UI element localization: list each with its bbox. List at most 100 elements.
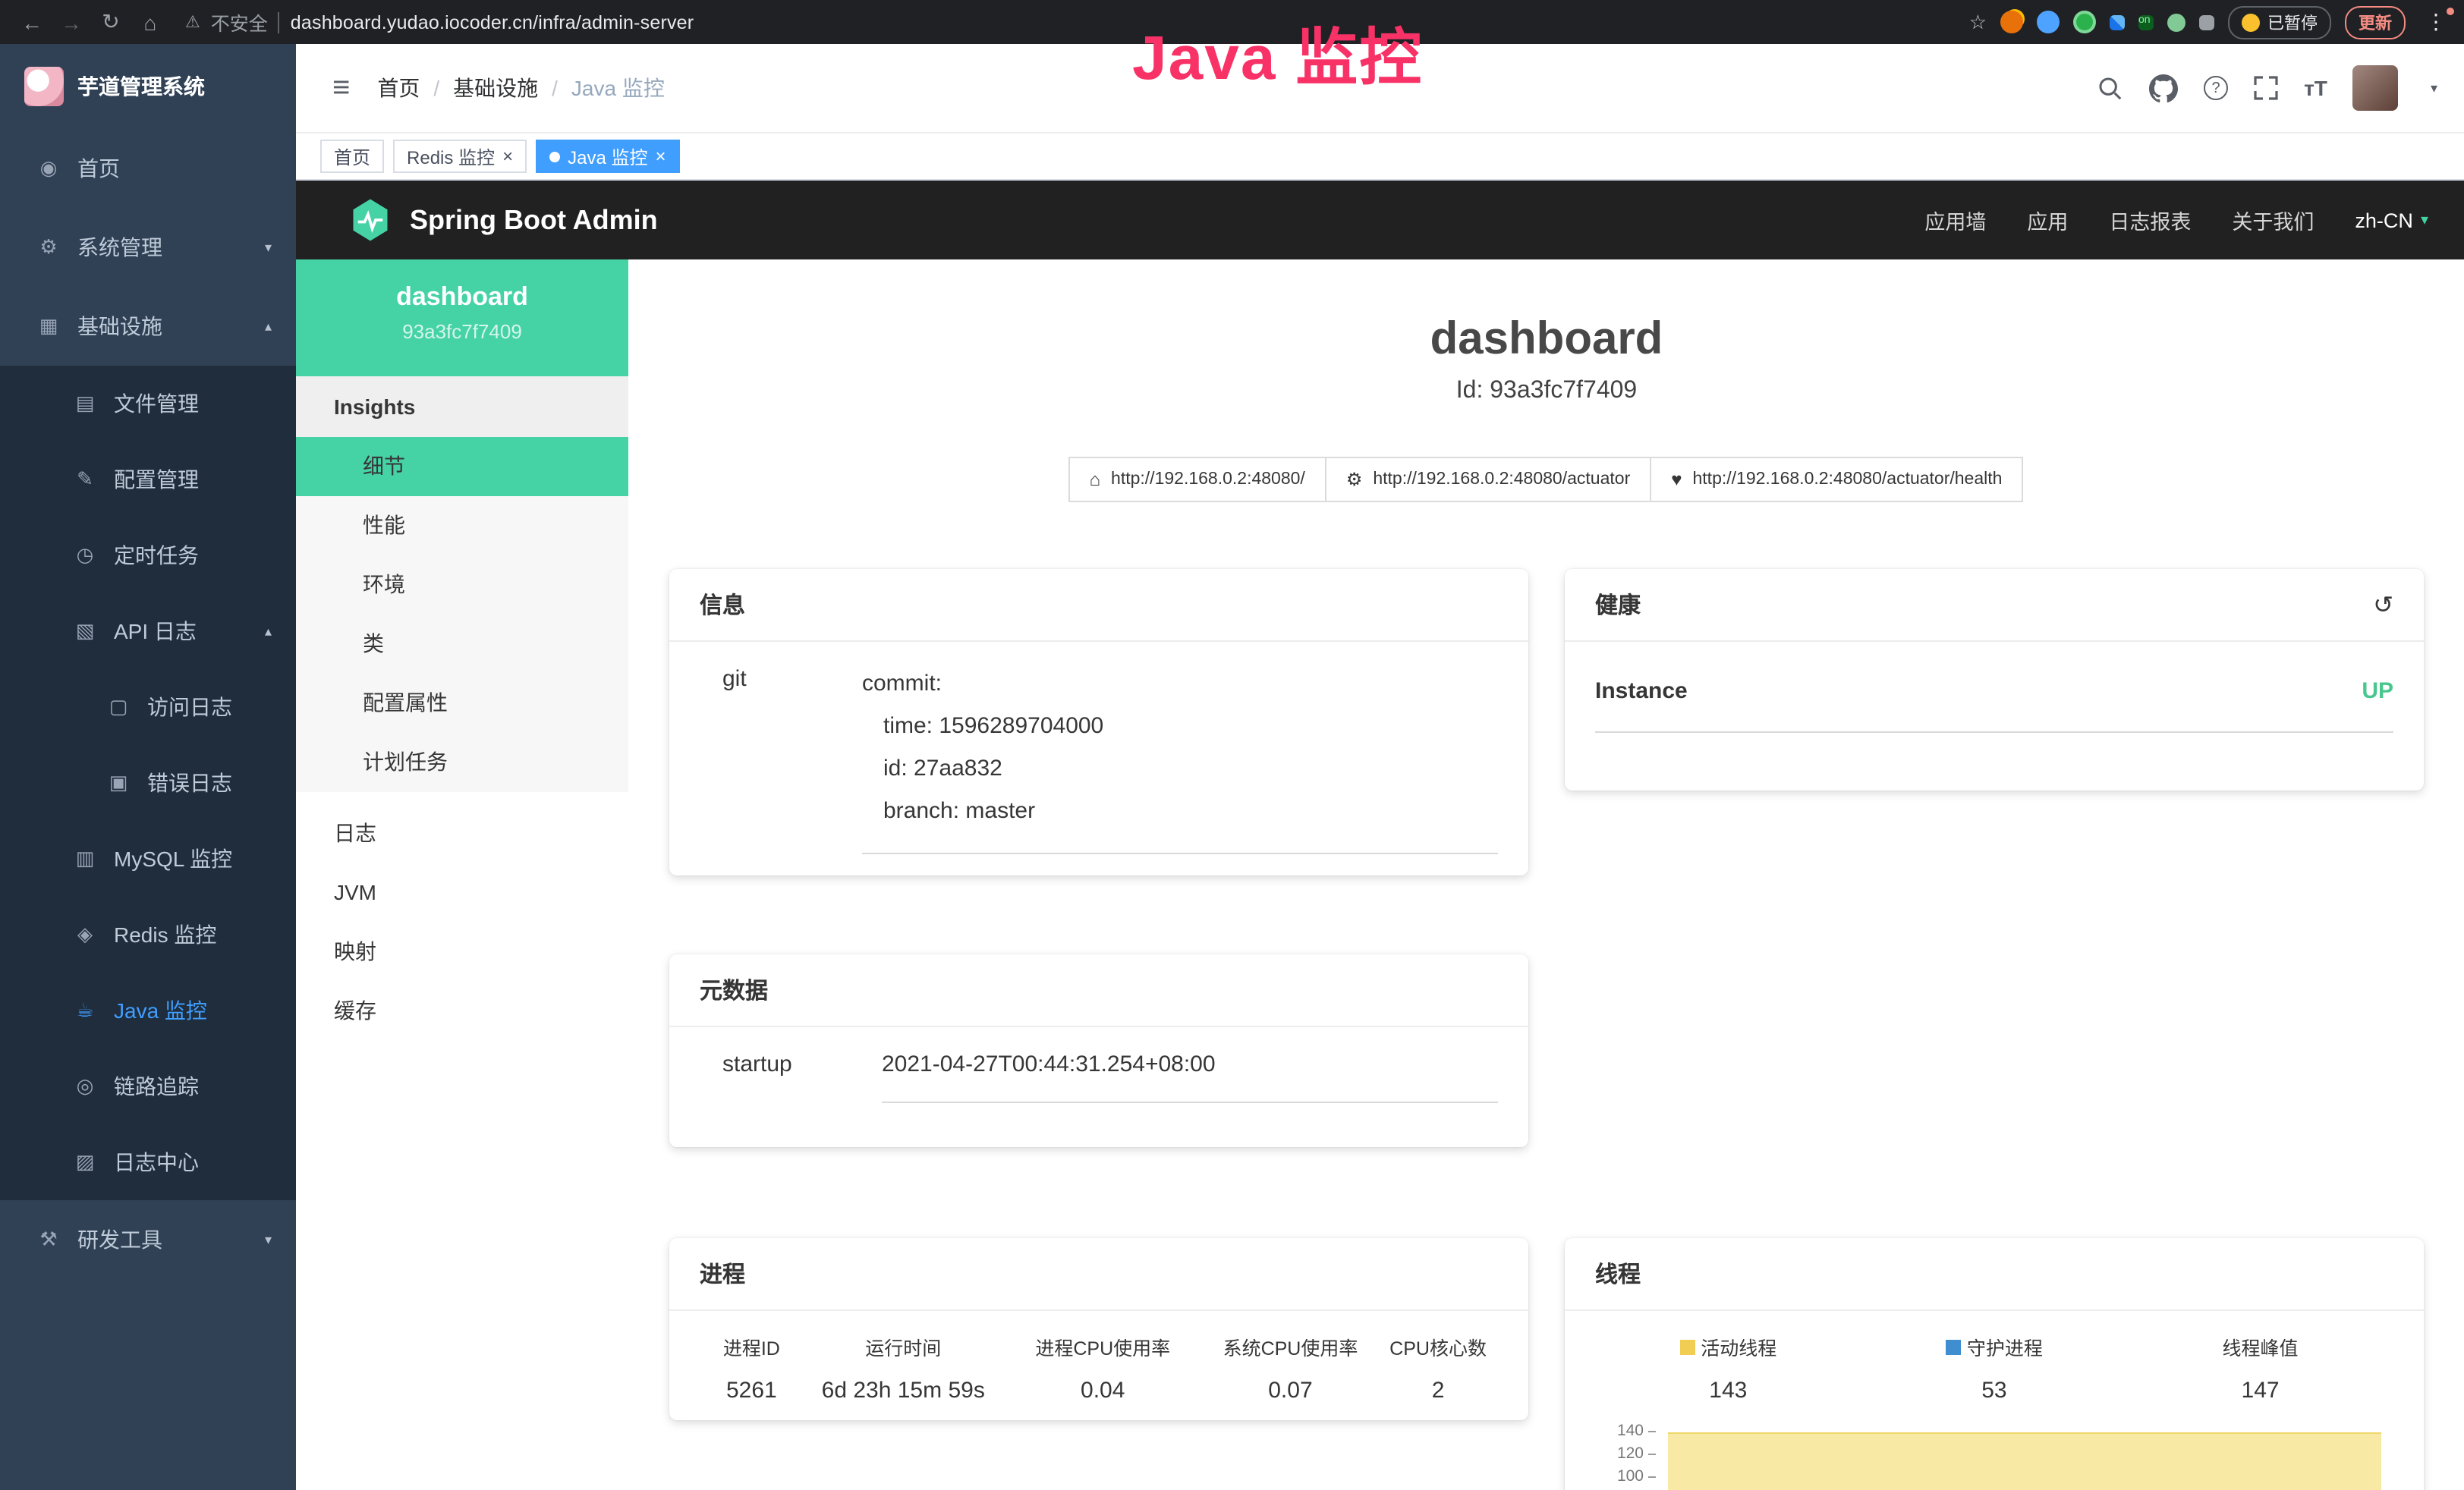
forward-icon[interactable]: →	[52, 10, 91, 34]
status-badge: UP	[2362, 678, 2393, 704]
breadcrumb-infrastructure[interactable]: 基础设施	[453, 73, 538, 103]
menu-item-logs[interactable]: 日志	[296, 804, 628, 863]
browser-menu-icon[interactable]: ⋮	[2419, 9, 2453, 35]
home-icon: ⌂	[1090, 469, 1101, 490]
close-icon[interactable]: ×	[502, 146, 513, 167]
help-icon[interactable]: ?	[2204, 76, 2228, 100]
instance-id: 93a3fc7f7409	[296, 320, 628, 343]
extension-icon-1[interactable]	[2000, 11, 2023, 33]
actuator-url-button[interactable]: ⚙ http://192.168.0.2:48080/actuator	[1325, 457, 1651, 502]
sidebar-item-mysql-monitor[interactable]: ▥ MySQL 监控	[0, 821, 296, 897]
sidebar-item-dev-tools[interactable]: ⚒ 研发工具 ▾	[0, 1200, 296, 1279]
menu-item-details[interactable]: 细节	[296, 437, 628, 496]
menu-item-environment[interactable]: 环境	[296, 555, 628, 615]
extension-icon-6[interactable]	[2167, 13, 2186, 31]
health-card: 健康 ↺ Instance UP	[1565, 569, 2424, 791]
clock-icon: ◷	[70, 543, 100, 567]
cpu-cores-value: 2	[1378, 1378, 1498, 1404]
sba-nav-applications[interactable]: 应用	[2027, 205, 2068, 235]
main-content: dashboard Id: 93a3fc7f7409 ⌂ http://192.…	[628, 259, 2464, 1490]
history-icon[interactable]: ↺	[2373, 589, 2393, 620]
instance-header[interactable]: dashboard 93a3fc7f7409	[296, 259, 628, 376]
sba-locale-select[interactable]: zh-CN ▾	[2355, 209, 2428, 231]
paused-chip[interactable]: 已暂停	[2228, 5, 2331, 39]
extensions-puzzle-icon[interactable]	[2199, 14, 2214, 30]
y-axis-tick: 120	[1595, 1444, 1656, 1463]
not-secure-warning-icon: ⚠	[185, 12, 200, 32]
sidebar-item-java-monitor[interactable]: ☕ Java 监控	[0, 973, 296, 1048]
back-icon[interactable]: ←	[12, 10, 52, 34]
sidebar-item-scheduled-jobs[interactable]: ◷ 定时任务	[0, 517, 296, 593]
sidebar-item-api-logs[interactable]: ▧ API 日志 ▴	[0, 593, 296, 669]
address-divider	[278, 11, 280, 33]
breadcrumb: 首页 / 基础设施 / Java 监控	[377, 73, 665, 103]
github-icon[interactable]	[2149, 74, 2178, 102]
sidebar-item-log-center[interactable]: ▨ 日志中心	[0, 1124, 296, 1200]
metadata-card-title: 元数据	[700, 974, 768, 1006]
tags-bar: 首页 Redis 监控 × Java 监控 ×	[296, 134, 2464, 181]
fullscreen-icon[interactable]	[2254, 76, 2278, 100]
threads-chart: 140 120 100	[1595, 1422, 2393, 1490]
sidebar-item-file-mgmt[interactable]: ▤ 文件管理	[0, 366, 296, 442]
process-col-header: CPU核心数	[1378, 1332, 1498, 1361]
close-icon[interactable]: ×	[655, 146, 666, 167]
menu-item-jvm[interactable]: JVM	[296, 863, 628, 923]
tab-java-monitor[interactable]: Java 监控 ×	[536, 140, 679, 173]
reload-icon[interactable]: ↻	[91, 9, 131, 35]
threads-card-title: 线程	[1595, 1258, 1641, 1290]
sidebar-item-label: 错误日志	[147, 768, 232, 798]
breadcrumb-home[interactable]: 首页	[377, 73, 420, 103]
extension-icon-3[interactable]	[2073, 11, 2096, 33]
tab-redis-monitor[interactable]: Redis 监控 ×	[393, 140, 527, 173]
sidebar-item-tracing[interactable]: ◎ 链路追踪	[0, 1048, 296, 1124]
app-logo[interactable]: 芋道管理系统	[0, 44, 296, 129]
menu-item-mappings[interactable]: 映射	[296, 923, 628, 982]
sba-nav-wall[interactable]: 应用墙	[1924, 205, 1986, 235]
peak-threads-value: 147	[2127, 1378, 2393, 1404]
address-bar[interactable]: ⚠ 不安全 dashboard.yudao.iocoder.cn/infra/a…	[185, 8, 694, 36]
sidebar-item-label: 访问日志	[147, 692, 232, 722]
font-size-icon[interactable]: тT	[2304, 76, 2327, 100]
git-commit-line: commit:	[862, 663, 1498, 706]
sidebar-item-system-mgmt[interactable]: ⚙ 系统管理 ▾	[0, 208, 296, 287]
sidebar-item-access-logs[interactable]: ▢ 访问日志	[0, 669, 296, 745]
active-dot	[549, 151, 560, 162]
search-icon[interactable]	[2097, 75, 2123, 101]
sba-nav-about[interactable]: 关于我们	[2232, 205, 2314, 235]
extension-on-badge[interactable]: on	[2138, 14, 2154, 30]
avatar[interactable]	[2353, 65, 2399, 111]
tools-icon: ⚒	[33, 1228, 64, 1252]
browser-home-icon[interactable]: ⌂	[131, 10, 170, 34]
extension-icon-4[interactable]	[2110, 14, 2125, 30]
menu-item-config-props[interactable]: 配置属性	[296, 674, 628, 733]
sidebar-item-home[interactable]: ◉ 首页	[0, 129, 296, 208]
menu-item-metrics[interactable]: 性能	[296, 496, 628, 555]
service-url: http://192.168.0.2:48080/	[1111, 470, 1305, 489]
gear-icon: ⚙	[33, 235, 64, 259]
service-url-button[interactable]: ⌂ http://192.168.0.2:48080/	[1068, 457, 1326, 502]
daemon-threads-label: 守护进程	[1967, 1332, 2043, 1361]
extension-icon-2[interactable]	[2037, 11, 2060, 33]
chevron-up-icon: ▴	[265, 318, 272, 335]
health-url-button[interactable]: ♥ http://192.168.0.2:48080/actuator/heal…	[1650, 457, 2023, 502]
update-button[interactable]: 更新	[2345, 5, 2406, 39]
sidebar-item-config-mgmt[interactable]: ✎ 配置管理	[0, 442, 296, 517]
pencil-icon: ✎	[70, 467, 100, 492]
tab-home[interactable]: 首页	[320, 140, 384, 173]
sidebar-item-redis-monitor[interactable]: ◈ Redis 监控	[0, 897, 296, 973]
chevron-down-icon: ▾	[265, 1231, 272, 1248]
info-value: commit: time: 1596289704000 id: 27aa832 …	[862, 663, 1498, 854]
menu-item-classes[interactable]: 类	[296, 615, 628, 674]
sba-brand[interactable]: Spring Boot Admin	[348, 197, 658, 243]
sidebar-item-label: Java 监控	[114, 995, 207, 1026]
bookmark-star-icon[interactable]: ☆	[1969, 10, 1987, 34]
metadata-key: startup	[700, 1048, 882, 1103]
menu-item-scheduled-tasks[interactable]: 计划任务	[296, 733, 628, 792]
metadata-card: 元数据 startup 2021-04-27T00:44:31.254+08:0…	[669, 954, 1528, 1147]
sba-nav-journal[interactable]: 日志报表	[2109, 205, 2191, 235]
breadcrumb-separator: /	[433, 76, 439, 100]
menu-item-caches[interactable]: 缓存	[296, 982, 628, 1041]
hamburger-icon[interactable]: ≡	[320, 71, 362, 105]
sidebar-item-infrastructure[interactable]: ▦ 基础设施 ▴	[0, 287, 296, 366]
sidebar-item-error-logs[interactable]: ▣ 错误日志	[0, 745, 296, 821]
